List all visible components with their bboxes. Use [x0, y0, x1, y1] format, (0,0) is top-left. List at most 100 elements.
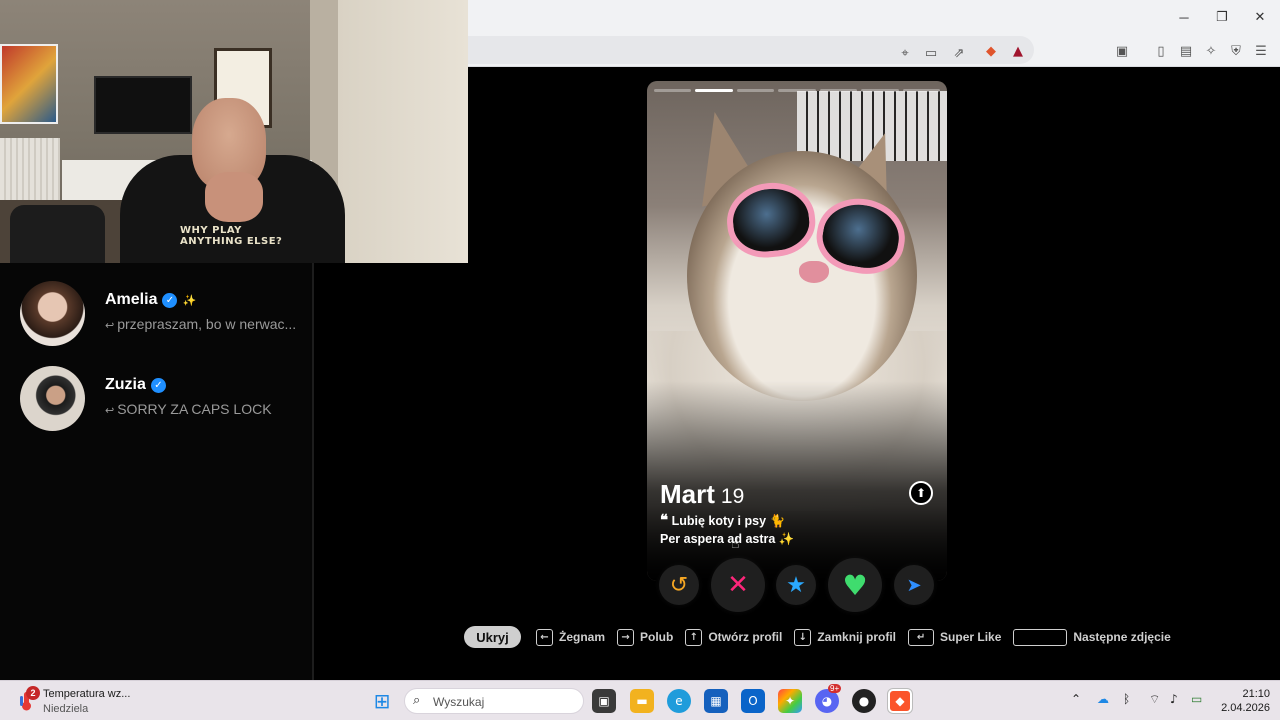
photo-progress-segment	[902, 89, 940, 92]
chat-name: Amelia	[105, 291, 158, 308]
hide-hints-button[interactable]: Ukryj	[464, 626, 521, 648]
file-explorer-icon[interactable]: ▬	[630, 689, 654, 713]
rewind-button[interactable]: ↺	[659, 565, 699, 605]
system-clock[interactable]: 21:10 2.04.2026	[1214, 687, 1270, 715]
taskbar-search[interactable]: ⌕ Wyszukaj	[404, 688, 584, 714]
screen: ─ ❐ ✕ ⌖ ▭ ⇗ ◆ ▲ ▣ ▯ ▤ ✧ ⛨ ☰ WHY PLAY ANY…	[0, 0, 1280, 720]
copilot-icon[interactable]: ✦	[778, 689, 802, 713]
chat-last-message: przepraszam, bo w nerwac...	[117, 316, 297, 332]
arrow-up-key-icon: ↑	[685, 628, 703, 646]
photo-progress-segment	[654, 89, 692, 92]
bluetooth-icon[interactable]: ᛒ	[1123, 692, 1130, 706]
photo-progress-segment	[695, 89, 733, 92]
wallet-icon[interactable]: ▤	[1177, 42, 1195, 60]
browser-toolbar: ⌖ ▭ ⇗ ◆ ▲ ▣ ▯ ▤ ✧ ⛨ ☰	[468, 34, 1280, 67]
share-icon[interactable]: ⇗	[950, 44, 968, 62]
photo-progress-segment	[819, 89, 858, 92]
tray-overflow-icon[interactable]: ⌃	[1071, 692, 1081, 706]
windows-taskbar: 2 Temperatura wz... Niedziela ⊞ ⌕ Wyszuk…	[0, 680, 1280, 720]
avatar[interactable]	[20, 281, 85, 346]
leo-ai-icon[interactable]: ✧	[1202, 42, 1220, 60]
profile-age: 19	[720, 485, 745, 508]
hint-label: Zamknij profil	[817, 630, 897, 644]
hint-label: Otwórz profil	[708, 630, 783, 644]
reply-arrow-icon: ↩	[105, 404, 115, 417]
enter-key-icon: ↵	[908, 628, 935, 646]
obs-icon[interactable]: ●	[852, 689, 876, 713]
browser-titlebar: ─ ❐ ✕	[468, 0, 1280, 34]
chat-name: Zuzia	[105, 376, 146, 393]
avatar[interactable]	[20, 366, 85, 431]
keyboard-hints-bar: Ukryj ← Żegnam → Polub ↑ Otwórz profil ↓ Zam…	[464, 626, 1183, 648]
profile-card[interactable]: Mart 19 ⬆ ❝ Lubię koty i psy 🐈 Per asper…	[647, 81, 947, 581]
weather-widget[interactable]: 2 Temperatura wz... Niedziela	[18, 686, 148, 716]
menu-icon[interactable]: ☰	[1252, 42, 1270, 60]
super-like-button[interactable]: ★	[776, 565, 816, 605]
weather-badge: 2	[26, 686, 40, 700]
address-bar[interactable]: ⌖ ▭ ⇗	[468, 36, 1034, 64]
hint-label: Super Like	[940, 630, 1002, 644]
sidebar-icon[interactable]: ▯	[1152, 42, 1170, 60]
weather-title: Temperatura wz...	[43, 688, 131, 700]
reply-arrow-icon: ↩	[105, 319, 115, 332]
mouse-cursor-icon: ☝	[731, 536, 740, 552]
open-profile-button[interactable]: ⬆	[909, 481, 933, 505]
cast-icon[interactable]: ▭	[922, 44, 940, 62]
chair	[10, 205, 105, 263]
brave-browser-icon[interactable]: ◆	[888, 689, 912, 713]
clock-date: 2.04.2026	[1221, 702, 1270, 714]
bio-line: Per aspera ad astra ✨	[660, 532, 795, 546]
photo-progress-segment	[861, 89, 899, 92]
hint-label: Następne zdjęcie	[1073, 630, 1171, 644]
reader-icon[interactable]: ▣	[1113, 42, 1131, 60]
bio-line: Lubię koty i psy 🐈	[671, 514, 786, 528]
wifi-icon[interactable]: ⌔	[1149, 692, 1160, 707]
brave-shield-icon[interactable]: ◆	[982, 42, 1000, 60]
clock-time: 21:10	[1242, 688, 1270, 700]
television	[94, 76, 192, 134]
chat-item-amelia[interactable]: Amelia ✓ ✨ ↩ przepraszam, bo w nerwac...	[20, 281, 310, 347]
vpn-icon[interactable]: ⛨	[1227, 42, 1245, 60]
verified-badge-icon: ✓	[162, 292, 178, 308]
profile-name: Mart	[660, 479, 715, 509]
wall-painting	[0, 44, 58, 124]
shirt-print: WHY PLAY ANYTHING ELSE?	[180, 225, 283, 247]
photo-progress-bar	[654, 89, 940, 93]
like-button[interactable]: ♥	[828, 558, 882, 612]
brave-rewards-icon[interactable]: ▲	[1009, 42, 1027, 60]
hint-label: Żegnam	[559, 630, 606, 644]
search-placeholder: Wyszukaj	[433, 695, 485, 709]
photo-progress-segment	[778, 89, 816, 92]
boost-button[interactable]: ➤	[894, 565, 934, 605]
edge-icon[interactable]: e	[667, 689, 691, 713]
battery-icon[interactable]: ▭	[1191, 692, 1202, 706]
chat-item-zuzia[interactable]: Zuzia ✓ ↩ SORRY ZA CAPS LOCK	[20, 366, 310, 432]
store-icon[interactable]: ▦	[704, 689, 728, 713]
volume-icon[interactable]: ♪	[1170, 692, 1178, 706]
verified-badge-icon: ✓	[150, 377, 166, 393]
onedrive-icon[interactable]: ☁	[1097, 692, 1109, 706]
quote-icon: ❝	[660, 511, 669, 529]
discord-badge: 9+	[828, 684, 842, 693]
search-icon: ⌕	[413, 693, 421, 708]
photo-progress-segment	[736, 89, 775, 92]
hint-label: Polub	[640, 630, 674, 644]
location-icon[interactable]: ⌖	[896, 44, 914, 62]
arrow-right-key-icon: →	[617, 628, 635, 646]
minimize-button[interactable]: ─	[1173, 6, 1195, 28]
profile-bio: ❝ Lubię koty i psy 🐈 Per aspera ad astra…	[660, 511, 794, 548]
match-chat-list: Amelia ✓ ✨ ↩ przepraszam, bo w nerwac... …	[0, 263, 314, 680]
chat-emoji: ✨	[182, 293, 197, 307]
webcam-overlay: WHY PLAY ANYTHING ELSE?	[0, 0, 468, 263]
outlook-icon[interactable]: O	[741, 689, 765, 713]
arrow-left-key-icon: ←	[536, 628, 553, 646]
windows-start-icon[interactable]: ⊞	[370, 689, 394, 713]
weather-subtitle: Niedziela	[43, 703, 89, 715]
task-view-icon[interactable]: ▣	[592, 689, 616, 713]
space-key-icon	[1013, 628, 1068, 646]
nope-button[interactable]: ✕	[711, 558, 765, 612]
close-button[interactable]: ✕	[1249, 6, 1271, 28]
restore-button[interactable]: ❐	[1211, 6, 1233, 28]
arrow-down-key-icon: ↓	[794, 628, 812, 646]
chat-last-message: SORRY ZA CAPS LOCK	[117, 401, 272, 417]
